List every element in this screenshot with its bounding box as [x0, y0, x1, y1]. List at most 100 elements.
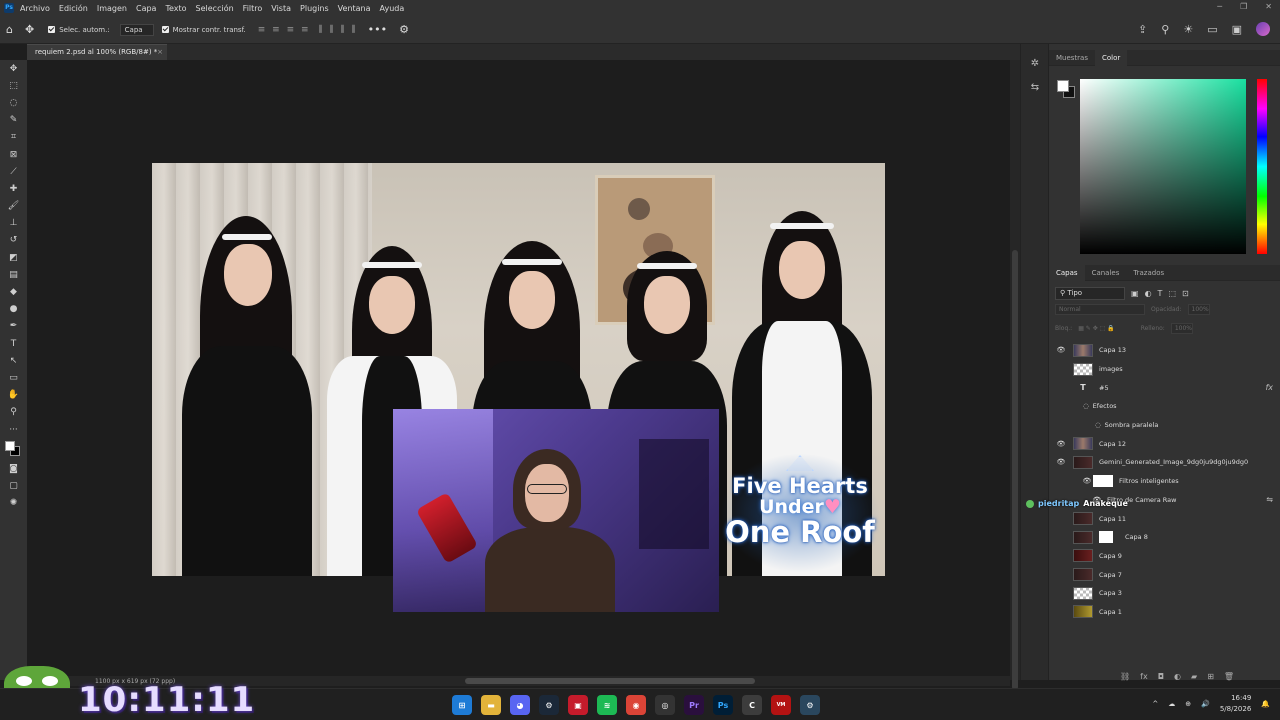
hand-tool-icon[interactable]: ✋ — [0, 387, 27, 404]
filter-options-icon[interactable]: ⇋ — [1266, 495, 1273, 504]
layer-filter-kind[interactable]: ⚲ Tipo — [1055, 287, 1125, 300]
lock-icons[interactable]: ▦ ✎ ✥ ⬚ 🔒 — [1078, 325, 1115, 332]
close-tab-icon[interactable]: × — [157, 48, 163, 56]
more-options-icon[interactable]: ••• — [368, 23, 387, 36]
eye-icon[interactable]: 👁 — [1081, 477, 1093, 485]
eye-hidden-icon[interactable]: 👁 — [1055, 552, 1067, 560]
path-select-icon[interactable]: ↖ — [0, 352, 27, 369]
avatar[interactable] — [1256, 22, 1270, 36]
eye-hidden-icon[interactable]: 👁 — [1055, 365, 1067, 373]
search-icon[interactable]: ⚲ — [1161, 23, 1169, 36]
eye-icon[interactable]: 👁 — [1055, 440, 1067, 448]
menu-seleccion[interactable]: Selección — [196, 4, 234, 13]
eye-hidden-icon[interactable]: 👁 — [1055, 533, 1067, 541]
eye-hidden-icon[interactable]: 👁 — [1055, 608, 1067, 616]
link-layers-icon[interactable]: ⛓ — [1120, 672, 1130, 681]
brush-tool-icon[interactable]: 🖌 — [0, 198, 27, 215]
tab-swatches[interactable]: Muestras — [1049, 50, 1095, 66]
layout-icon[interactable]: ▣ — [1232, 23, 1242, 36]
tab-channels[interactable]: Canales — [1085, 265, 1127, 281]
layer-row[interactable]: 👁 Capa 1 — [1049, 603, 1280, 622]
eyedropper-tool-icon[interactable]: ⟋ — [0, 163, 27, 180]
tab-paths[interactable]: Trazados — [1126, 265, 1171, 281]
delete-layer-icon[interactable]: 🗑 — [1224, 672, 1234, 681]
menu-vista[interactable]: Vista — [271, 4, 291, 13]
blur-tool-icon[interactable]: ◆ — [0, 283, 27, 300]
file-explorer-icon[interactable]: ▬ — [481, 695, 501, 715]
layer-row[interactable]: 👁 Capa 13 — [1049, 341, 1280, 360]
foreground-color-swatch[interactable] — [5, 441, 15, 452]
more-tools-icon[interactable]: ··· — [0, 421, 27, 438]
chrome-icon[interactable]: ◉ — [626, 695, 646, 715]
minimize-icon[interactable]: ─ — [1217, 2, 1222, 11]
hue-slider[interactable] — [1257, 79, 1267, 254]
healing-brush-icon[interactable]: ✚ — [0, 180, 27, 197]
eye-hidden-icon[interactable]: 👁 — [1055, 589, 1067, 597]
layer-row[interactable]: 👁 T #5 fx — [1049, 378, 1280, 397]
menu-ventana[interactable]: Ventana — [338, 4, 371, 13]
zoom-tool-icon[interactable]: ⚲ — [0, 404, 27, 421]
restore-icon[interactable]: ❐ — [1240, 2, 1247, 11]
lasso-tool-icon[interactable]: ◌ — [0, 94, 27, 111]
tray-cloud-icon[interactable]: ☁ — [1168, 700, 1175, 708]
eye-icon[interactable]: 👁 — [1055, 458, 1067, 466]
type-tool-icon[interactable]: T — [0, 335, 27, 352]
tab-layers[interactable]: Capas — [1049, 264, 1085, 281]
tray-chevron-icon[interactable]: ^ — [1152, 700, 1158, 708]
steam-2-icon[interactable]: ⚙ — [800, 695, 820, 715]
color-swatches[interactable] — [0, 438, 27, 460]
windows-start-icon[interactable]: ⊞ — [452, 695, 472, 715]
generative-icon[interactable]: ✺ — [0, 495, 27, 512]
lightbulb-icon[interactable]: ☀ — [1183, 23, 1193, 36]
gradient-tool-icon[interactable]: ▤ — [0, 266, 27, 283]
menu-ayuda[interactable]: Ayuda — [380, 4, 405, 13]
effect-eye-icon[interactable]: ◌ — [1095, 421, 1101, 429]
premiere-icon[interactable]: Pr — [684, 695, 704, 715]
color-field[interactable] — [1080, 79, 1246, 254]
layer-row[interactable]: 👁 Capa 12 — [1049, 434, 1280, 453]
quick-mask-icon[interactable]: ◙ — [0, 460, 27, 477]
adjustments-icon[interactable]: ✲ — [1021, 58, 1049, 76]
discord-icon[interactable]: ◕ — [510, 695, 530, 715]
auto-select-checkbox[interactable]: Selec. autom.: — [48, 26, 110, 34]
workspace-icon[interactable]: ▭ — [1207, 23, 1217, 36]
horizontal-scroll-thumb[interactable] — [465, 678, 755, 684]
share-icon[interactable]: ⇪ — [1138, 23, 1147, 36]
auto-select-dropdown[interactable]: Capa — [119, 23, 154, 36]
vertical-scrollbar[interactable] — [1010, 60, 1020, 690]
new-layer-icon[interactable]: ⊞ — [1207, 672, 1214, 681]
settings-icon[interactable]: ⚙ — [399, 23, 409, 36]
blend-mode-dropdown[interactable]: Normal — [1055, 304, 1145, 315]
smart-filter-row[interactable]: 👁 Filtros inteligentes — [1049, 472, 1280, 491]
align-buttons-icon[interactable]: ≡ ≡ ≡ ≡ — [258, 25, 311, 35]
menu-texto[interactable]: Texto — [165, 4, 186, 13]
app-voicemeeter-icon[interactable]: VM — [771, 695, 791, 715]
screen-mode-icon[interactable]: ▢ — [0, 477, 27, 494]
add-style-icon[interactable]: fx — [1140, 672, 1148, 681]
layer-row[interactable]: 👁 Capa 7 — [1049, 565, 1280, 584]
effects-eye-icon[interactable]: ◌ — [1083, 402, 1089, 410]
quick-select-tool-icon[interactable]: ✎ — [0, 112, 27, 129]
marquee-tool-icon[interactable]: ⬚ — [0, 77, 27, 94]
frame-tool-icon[interactable]: ⊠ — [0, 146, 27, 163]
layer-row[interactable]: 👁 Capa 9 — [1049, 547, 1280, 566]
vertical-scroll-thumb[interactable] — [1012, 250, 1018, 690]
close-icon[interactable]: ✕ — [1265, 2, 1272, 11]
menu-edicion[interactable]: Edición — [59, 4, 88, 13]
tray-network-icon[interactable]: ⊕ — [1185, 700, 1191, 708]
opacity-value[interactable]: 100% — [1187, 304, 1210, 315]
move-tool-icon[interactable]: ✥ — [0, 60, 27, 77]
photoshop-icon[interactable]: Ps — [713, 695, 733, 715]
history-brush-icon[interactable]: ↺ — [0, 232, 27, 249]
new-group-icon[interactable]: ▰ — [1191, 672, 1197, 681]
tab-color[interactable]: Color — [1095, 49, 1128, 66]
menu-imagen[interactable]: Imagen — [97, 4, 127, 13]
layer-row[interactable]: 👁 images — [1049, 360, 1280, 379]
filter-shape-icon[interactable]: ⬚ — [1168, 289, 1176, 298]
adjustment-layer-icon[interactable]: ◐ — [1174, 672, 1181, 681]
layer-effect-row[interactable]: ◌ Sombra paralela — [1049, 416, 1280, 435]
fill-value[interactable]: 100% — [1170, 323, 1193, 334]
document-tab[interactable]: requiem 2.psd al 100% (RGB/8#) * × — [27, 44, 167, 60]
crop-tool-icon[interactable]: ⌗ — [0, 129, 27, 146]
steam-icon[interactable]: ⚙ — [539, 695, 559, 715]
